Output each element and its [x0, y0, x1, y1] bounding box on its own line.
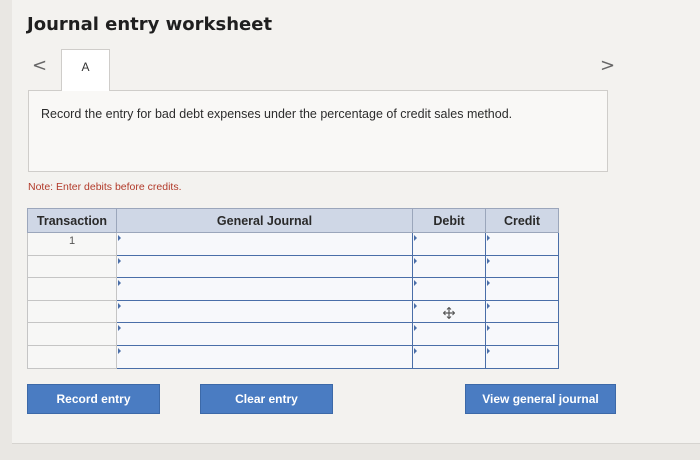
credit-input[interactable]: [485, 322, 559, 346]
account-input[interactable]: [116, 254, 413, 279]
header-debit: Debit: [412, 208, 486, 233]
transaction-cell: [27, 254, 117, 279]
debit-input[interactable]: [412, 232, 486, 256]
account-input[interactable]: [116, 277, 413, 301]
account-input[interactable]: [116, 299, 413, 324]
credit-input[interactable]: [485, 254, 559, 279]
header-general-journal: General Journal: [116, 208, 413, 233]
debit-input[interactable]: [412, 277, 486, 301]
header-credit: Credit: [485, 208, 559, 233]
page-title: Journal entry worksheet: [27, 14, 273, 35]
credit-input[interactable]: [485, 277, 559, 301]
debit-input[interactable]: [412, 299, 486, 324]
debit-input[interactable]: [412, 254, 486, 279]
view-general-journal-button[interactable]: View general journal: [465, 384, 616, 414]
account-input[interactable]: [116, 322, 413, 346]
table-header-row: Transaction General Journal Debit Credit: [27, 208, 559, 233]
credit-input[interactable]: [485, 232, 559, 256]
account-input[interactable]: [116, 232, 413, 256]
journal-table: Transaction General Journal Debit Credit…: [27, 208, 559, 369]
debit-input[interactable]: [412, 322, 486, 346]
next-arrow-icon[interactable]: >: [600, 56, 615, 76]
transaction-cell: [27, 322, 117, 346]
table-row: [27, 344, 559, 369]
table-row: [27, 254, 559, 279]
note-text: Note: Enter debits before credits.: [28, 181, 182, 193]
credit-input[interactable]: [485, 299, 559, 324]
transaction-cell: [27, 299, 117, 324]
debit-input[interactable]: [412, 344, 486, 369]
credit-input[interactable]: [485, 344, 559, 369]
move-cursor-icon: [443, 306, 455, 319]
table-row: [27, 322, 559, 346]
tab-a[interactable]: A: [61, 49, 110, 91]
prompt-text: Record the entry for bad debt expenses u…: [41, 107, 513, 121]
record-entry-button[interactable]: Record entry: [27, 384, 160, 414]
table-row: 1: [27, 232, 559, 256]
table-row: [27, 299, 559, 324]
transaction-cell: [27, 344, 117, 369]
table-row: [27, 277, 559, 301]
transaction-cell: [27, 277, 117, 301]
transaction-cell: 1: [27, 232, 117, 256]
prev-arrow-icon[interactable]: <: [32, 56, 47, 76]
account-input[interactable]: [116, 344, 413, 369]
prompt-box: Record the entry for bad debt expenses u…: [28, 90, 608, 172]
header-transaction: Transaction: [27, 208, 117, 233]
clear-entry-button[interactable]: Clear entry: [200, 384, 333, 414]
